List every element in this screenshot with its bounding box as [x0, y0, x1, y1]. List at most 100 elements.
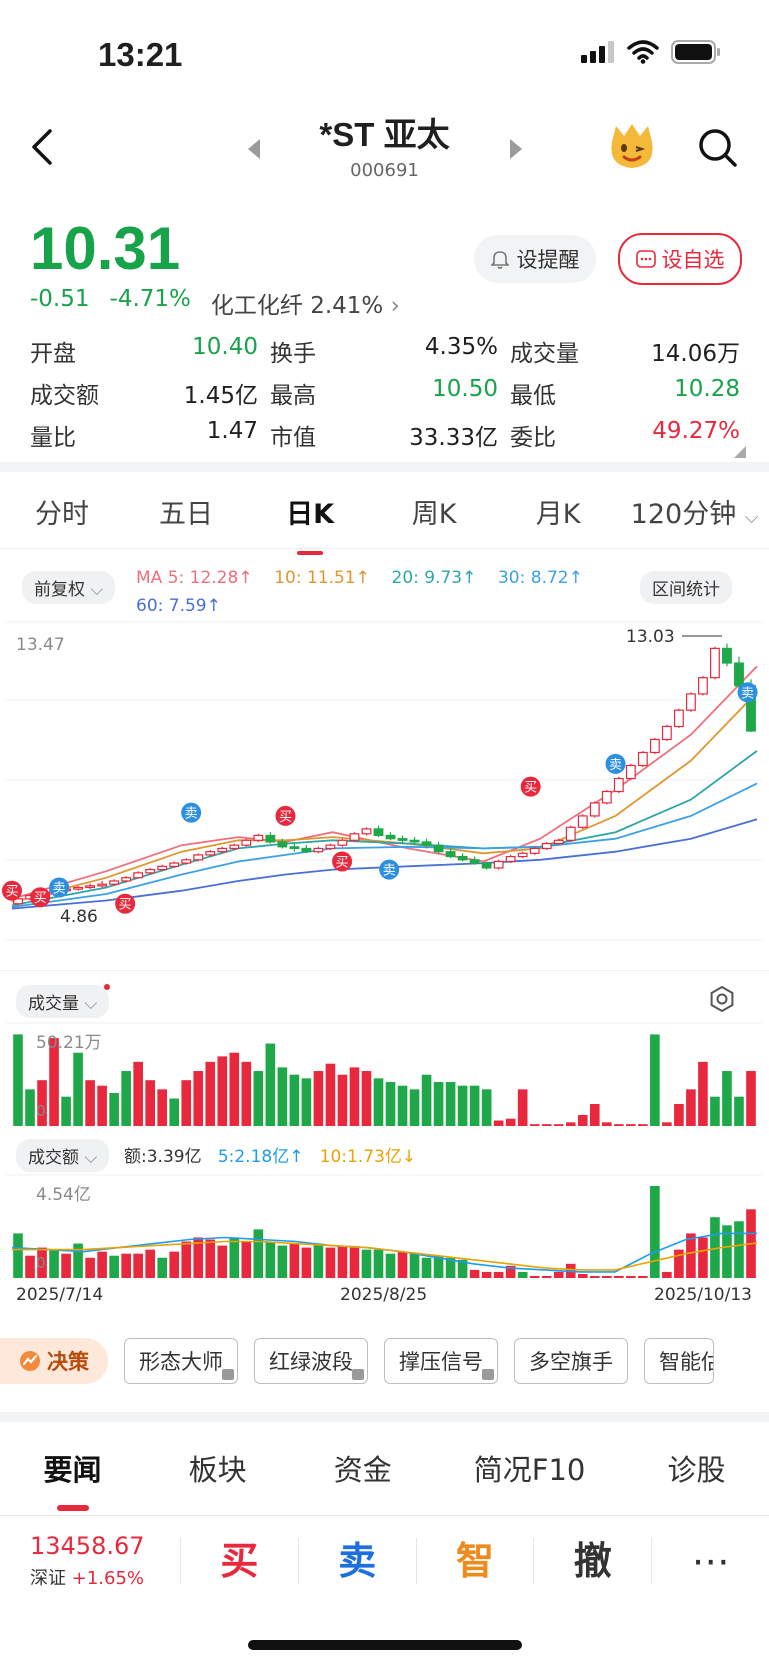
sector-link[interactable]: 化工化纤 2.41% › — [211, 286, 400, 320]
ma60-label: 60: 7.59↑ — [136, 596, 221, 616]
decision-button[interactable]: 决策 — [0, 1338, 108, 1384]
kline-chart[interactable]: 13.47 买买卖买卖 买买卖买卖卖 13.03 4.86 — [0, 620, 769, 950]
volume-bar — [385, 1082, 396, 1126]
volume-bar — [529, 1124, 540, 1126]
amount-bar — [577, 1273, 588, 1278]
volume-bar — [746, 1071, 756, 1126]
amount-bar — [361, 1249, 372, 1278]
tab-five-day[interactable]: 五日 — [124, 492, 248, 531]
amount-bar — [133, 1253, 143, 1278]
sell-signal-marker[interactable]: 卖 — [737, 682, 758, 703]
amount-bar — [650, 1186, 660, 1278]
more-button[interactable]: ⋯ — [651, 1538, 769, 1584]
strategy-smart-valuation[interactable]: 智能估 — [644, 1338, 714, 1384]
strategy-red-green-band[interactable]: 红绿波段 — [254, 1338, 368, 1384]
candle — [301, 845, 312, 854]
amount-bar — [241, 1241, 252, 1278]
tab-diagnosis[interactable]: 诊股 — [624, 1447, 769, 1489]
lock-icon — [352, 1369, 364, 1380]
bottom-trade-bar: 13458.67 深证 +1.65% 买 卖 智 撤 ⋯ — [0, 1515, 769, 1606]
strategy-label: 智能估 — [659, 1350, 713, 1374]
set-alert-button[interactable]: 设提醒 — [474, 235, 596, 283]
add-watchlist-button[interactable]: 设自选 — [618, 233, 742, 285]
expand-corner-icon[interactable] — [734, 446, 746, 458]
volume-bar — [626, 1124, 636, 1126]
volume-dropdown[interactable]: 成交量 ⌵ — [16, 985, 110, 1018]
sell-signal-marker[interactable]: 卖 — [181, 802, 202, 823]
buy-signal-marker[interactable]: 买 — [2, 880, 22, 901]
sell-signal-marker[interactable]: 卖 — [605, 753, 626, 774]
chevron-down-icon: ⌵ — [90, 580, 104, 600]
red-dot-badge — [104, 984, 110, 990]
amount-bar — [589, 1275, 600, 1278]
amount-dropdown[interactable]: 成交额 ⌵ — [16, 1139, 110, 1172]
volume-bar — [457, 1085, 468, 1126]
high-price-label: 13.03 — [626, 627, 675, 647]
candle — [361, 827, 372, 836]
volume-bar — [614, 1124, 624, 1126]
change-percent: -4.71% — [109, 286, 191, 312]
tab-monthly-k[interactable]: 月K — [496, 492, 620, 531]
stat-label: 量比 — [30, 425, 76, 451]
tab-news[interactable]: 要闻 — [0, 1447, 145, 1511]
smart-button[interactable]: 智 — [415, 1538, 534, 1584]
candle — [613, 776, 624, 794]
amount-bars — [13, 1186, 756, 1278]
amount-bar — [253, 1229, 264, 1278]
volume-bar — [565, 1122, 576, 1126]
signal-label: 卖 — [741, 686, 754, 701]
amount-bar — [626, 1275, 636, 1278]
volume-bar — [109, 1093, 119, 1126]
search-icon[interactable] — [698, 128, 738, 168]
sell-button[interactable]: 卖 — [297, 1538, 416, 1584]
tab-daily-k[interactable]: 日K — [248, 492, 372, 555]
sell-signal-marker[interactable]: 卖 — [379, 859, 400, 880]
tab-f10[interactable]: 简况F10 — [435, 1447, 624, 1489]
index-ticker[interactable]: 13458.67 深证 +1.65% — [0, 1532, 180, 1590]
volume-chart[interactable]: 50.21万 0 — [0, 1022, 769, 1126]
candle — [193, 853, 204, 862]
strategy-bull-bear-flag[interactable]: 多空旗手 — [514, 1338, 628, 1384]
adjust-dropdown[interactable]: 前复权 ⌵ — [22, 571, 116, 604]
volume-bar — [229, 1052, 240, 1126]
buy-signal-marker[interactable]: 买 — [30, 887, 51, 908]
amount-bar — [373, 1249, 384, 1278]
amount-bar — [553, 1271, 564, 1278]
amount-bar — [49, 1249, 59, 1278]
amount-chart[interactable]: 4.54亿 0 — [0, 1174, 769, 1278]
add-watchlist-label: 设自选 — [661, 248, 725, 272]
volume-bar — [61, 1096, 71, 1126]
buy-signal-marker[interactable]: 买 — [275, 805, 296, 826]
candle — [85, 883, 96, 890]
tab-capital[interactable]: 资金 — [290, 1447, 435, 1489]
volume-bar — [265, 1043, 276, 1126]
stats-row: 量比 1.47 市值 33.33亿 委比 49.27% — [30, 414, 740, 456]
stat-market-cap: 市值 33.33亿 — [270, 418, 510, 452]
buy-button[interactable]: 买 — [180, 1538, 298, 1584]
amount-bar — [469, 1269, 480, 1278]
tab-sector[interactable]: 板块 — [145, 1447, 290, 1489]
candle — [577, 814, 588, 829]
cancel-order-button[interactable]: 撤 — [533, 1538, 651, 1584]
buy-signal-marker[interactable]: 买 — [520, 776, 541, 797]
volume-bar — [253, 1071, 264, 1126]
amount-bar — [217, 1245, 228, 1278]
buy-signal-marker[interactable]: 买 — [115, 893, 136, 914]
tab-intraday[interactable]: 分时 — [0, 492, 124, 531]
index-change: +1.65% — [71, 1568, 144, 1589]
volume-bar — [301, 1078, 312, 1126]
sell-signal-marker[interactable]: 卖 — [49, 877, 70, 898]
mascot-icon[interactable] — [606, 122, 658, 170]
amount-bar — [181, 1241, 192, 1278]
tab-120min[interactable]: 120分钟 ⌵ — [620, 492, 769, 531]
signal-label: 买 — [5, 885, 18, 900]
strategy-pattern-master[interactable]: 形态大师 — [124, 1338, 238, 1384]
tab-weekly-k[interactable]: 周K — [372, 492, 496, 531]
volume-bar — [505, 1118, 516, 1126]
settings-icon[interactable] — [708, 985, 736, 1013]
range-stats-button[interactable]: 区间统计 — [640, 571, 732, 604]
strategy-support-signal[interactable]: 撑压信号 — [384, 1338, 498, 1384]
stat-low: 最低 10.28 — [510, 376, 740, 410]
volume-bar — [85, 1080, 95, 1126]
buy-signal-marker[interactable]: 买 — [332, 851, 353, 872]
